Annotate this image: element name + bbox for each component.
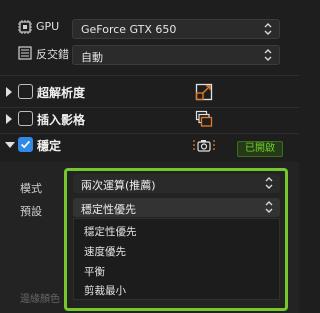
deinterlace-select[interactable]: 自動 bbox=[72, 45, 280, 65]
up-down-chevron-icon bbox=[264, 23, 272, 35]
gpu-select[interactable]: GeForce GTX 650 bbox=[72, 19, 280, 39]
stabilization-checkbox[interactable] bbox=[18, 137, 33, 152]
divider bbox=[0, 75, 299, 76]
section-title: 穩定 bbox=[37, 139, 62, 153]
mode-label: 模式 bbox=[20, 182, 42, 195]
deinterlace-row: 反交錯 自動 bbox=[0, 42, 299, 68]
deinterlace-value: 自動 bbox=[81, 51, 103, 64]
edge-color-label: 邊緣顏色 bbox=[20, 294, 60, 305]
section-stabilization[interactable]: 穩定 已開啟 bbox=[0, 133, 299, 162]
gpu-label: GPU bbox=[36, 20, 60, 33]
section-title: 插入影格 bbox=[37, 113, 86, 127]
deinterlace-label: 反交錯 bbox=[36, 48, 69, 61]
section-title: 超解析度 bbox=[37, 86, 86, 100]
checkmark-icon bbox=[20, 140, 31, 149]
gpu-value: GeForce GTX 650 bbox=[81, 23, 177, 36]
super-resolution-checkbox[interactable] bbox=[18, 84, 33, 99]
section-super-resolution[interactable]: 超解析度 bbox=[0, 80, 299, 106]
status-badge: 已開啟 bbox=[237, 141, 283, 157]
highlight-frame bbox=[64, 168, 288, 311]
camera-icon bbox=[193, 140, 215, 152]
expand-arrow-icon[interactable] bbox=[5, 114, 13, 124]
chip-icon bbox=[18, 20, 32, 34]
up-down-chevron-icon bbox=[264, 49, 272, 61]
deinterlace-icon bbox=[18, 46, 32, 60]
frame-interpolation-checkbox[interactable] bbox=[18, 111, 33, 126]
gpu-row: GPU GeForce GTX 650 bbox=[0, 16, 299, 42]
resize-icon bbox=[195, 83, 213, 101]
frames-icon bbox=[195, 110, 213, 127]
section-frame-interpolation[interactable]: 插入影格 bbox=[0, 107, 299, 133]
expand-arrow-icon[interactable] bbox=[5, 87, 13, 97]
preset-label: 預設 bbox=[20, 205, 42, 218]
collapse-arrow-icon[interactable] bbox=[5, 141, 15, 149]
